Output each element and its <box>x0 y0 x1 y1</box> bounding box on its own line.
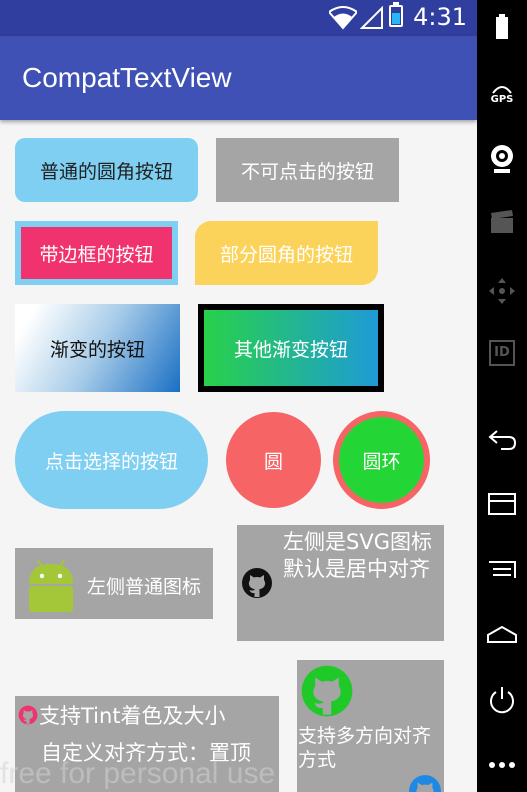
github-icon-pink <box>18 705 38 725</box>
github-icon-blue <box>409 775 441 792</box>
svg-icon-button[interactable]: 左侧是SVG图标 默认是居中对齐 <box>237 525 444 641</box>
camera-icon[interactable] <box>477 144 527 174</box>
left-icon-button-label: 左侧普通图标 <box>87 576 202 598</box>
tint-button[interactable]: 支持Tint着色及大小 自定义对齐方式：置顶 <box>15 696 279 792</box>
menu-icon[interactable] <box>477 560 527 580</box>
battery-side-icon <box>477 14 527 40</box>
multi-direction-button-label: 支持多方向对齐方式 <box>298 725 432 771</box>
multi-direction-button[interactable]: 支持多方向对齐方式 <box>297 660 444 792</box>
github-icon-green <box>301 665 353 717</box>
svg-icon-button-label: 左侧是SVG图标 默认是居中对齐 <box>283 529 443 583</box>
other-gradient-button[interactable]: 其他渐变按钮 <box>198 304 384 392</box>
gps-icon[interactable]: GPS <box>477 84 527 105</box>
rounded-button[interactable]: 普通的圆角按钮 <box>15 138 198 202</box>
emulator-side-bar: GPS ID <box>477 0 527 792</box>
github-icon <box>242 568 272 598</box>
tint-button-label-1: 支持Tint着色及大小 <box>39 704 226 728</box>
signal-icon <box>360 6 383 29</box>
gradient-button[interactable]: 渐变的按钮 <box>15 304 180 392</box>
dpad-icon[interactable] <box>477 276 527 306</box>
power-icon[interactable] <box>477 685 527 715</box>
left-icon-button[interactable]: 左侧普通图标 <box>15 548 213 619</box>
status-time: 4:31 <box>413 3 467 31</box>
more-icon[interactable] <box>477 760 527 770</box>
disabled-button: 不可点击的按钮 <box>216 138 399 202</box>
id-icon[interactable]: ID <box>477 340 527 366</box>
battery-icon <box>389 2 403 27</box>
selectable-button[interactable]: 点击选择的按钮 <box>15 411 208 509</box>
partial-round-button[interactable]: 部分圆角的按钮 <box>195 221 378 285</box>
app-title: CompatTextView <box>22 62 232 93</box>
rounded-button-label: 普通的圆角按钮 <box>39 160 173 183</box>
recents-icon[interactable] <box>477 492 527 516</box>
circle-button[interactable]: 圆 <box>226 412 321 508</box>
status-bar: 4:31 <box>0 0 477 36</box>
back-icon[interactable] <box>477 428 527 450</box>
ring-button[interactable]: 圆环 <box>333 411 430 509</box>
wifi-icon <box>329 6 357 30</box>
gradient-button-label: 渐变的按钮 <box>49 338 145 361</box>
android-icon <box>29 559 73 612</box>
other-gradient-button-label: 其他渐变按钮 <box>233 338 348 361</box>
bordered-button[interactable]: 带边框的按钮 <box>15 221 178 285</box>
id-label: ID <box>489 340 515 366</box>
disabled-button-label: 不可点击的按钮 <box>240 160 374 183</box>
partial-round-button-label: 部分圆角的按钮 <box>219 243 353 266</box>
clapperboard-icon[interactable] <box>477 210 527 234</box>
ring-button-label: 圆环 <box>362 450 401 473</box>
tint-button-label-2: 自定义对齐方式：置顶 <box>41 741 251 765</box>
app-bar: CompatTextView <box>0 36 477 120</box>
gps-label: GPS <box>490 94 514 105</box>
svg-icon-button-text: 左侧是SVG图标 默认是居中对齐 <box>283 530 432 581</box>
selectable-button-label: 点击选择的按钮 <box>44 450 178 473</box>
bordered-button-label: 带边框的按钮 <box>39 243 154 266</box>
circle-button-label: 圆 <box>263 450 283 473</box>
app-screen: 4:31 CompatTextView 普通的圆角按钮 不可点击的按钮 带边框的… <box>0 0 477 792</box>
home-icon[interactable] <box>477 624 527 644</box>
